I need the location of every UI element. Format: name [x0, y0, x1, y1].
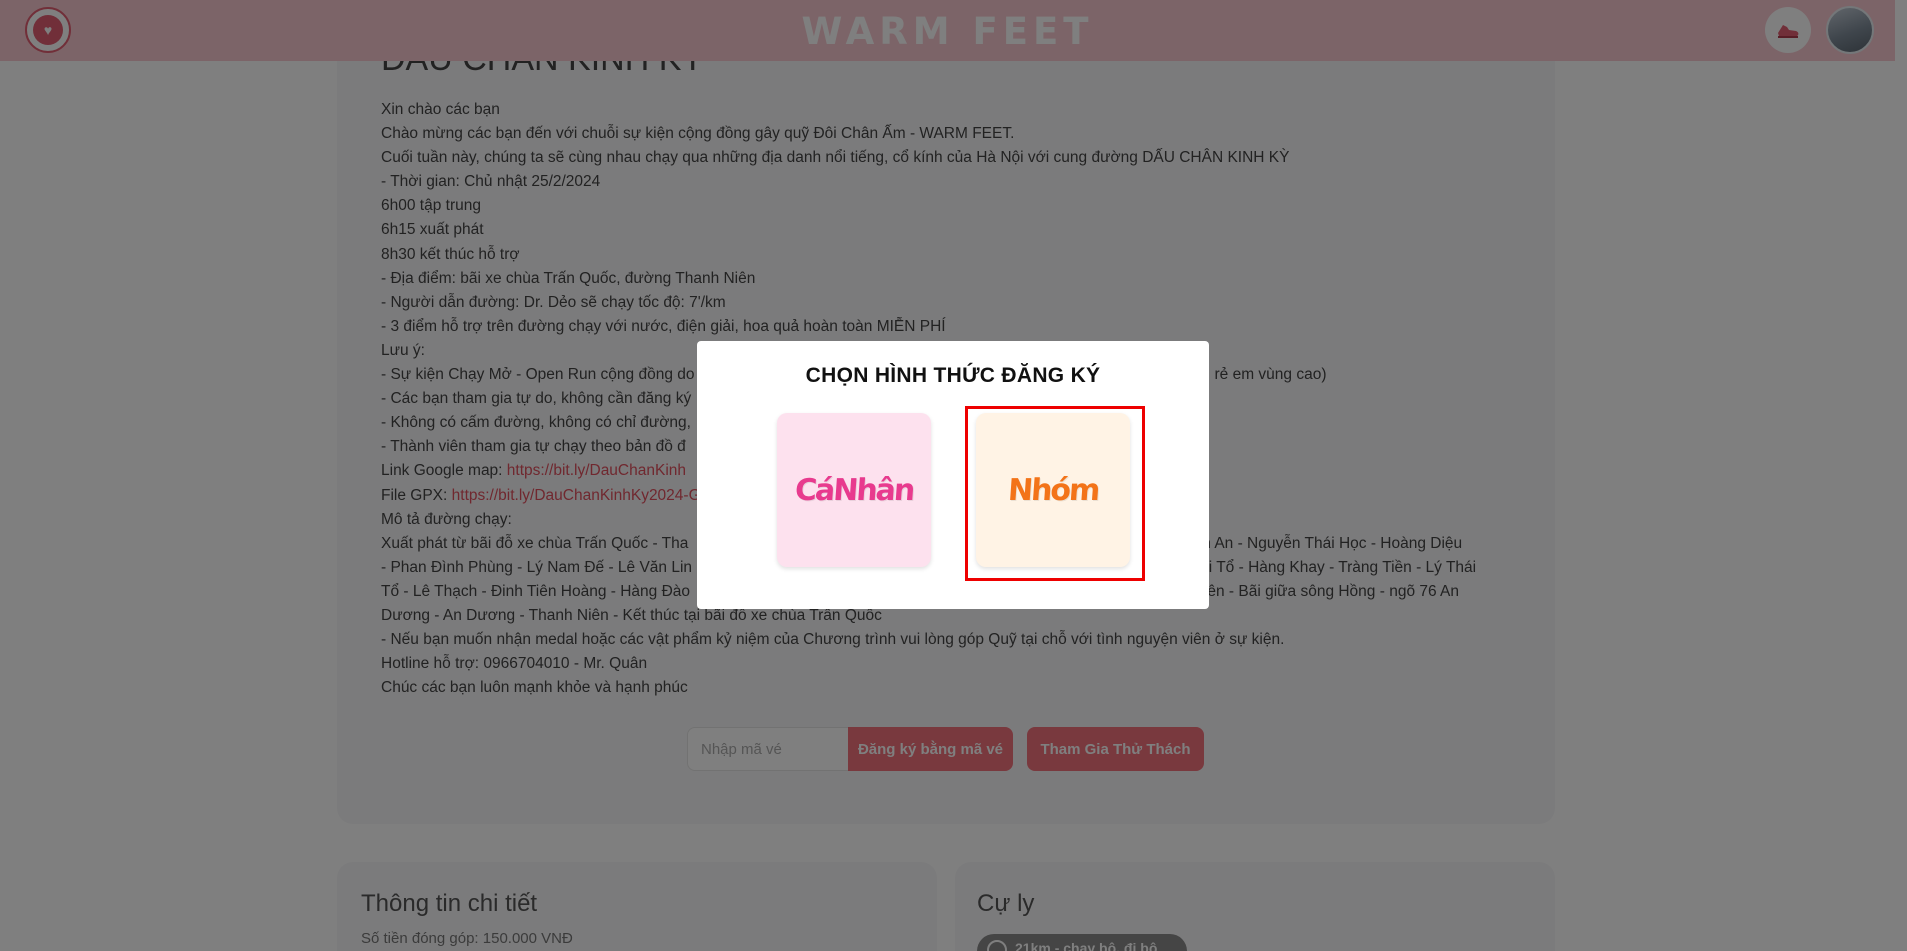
personal-option-card[interactable]: CáNhân — [777, 413, 931, 567]
personal-option-label: CáNhân — [793, 472, 915, 508]
registration-type-modal: CHỌN HÌNH THỨC ĐĂNG KÝ CáNhân Nhóm — [697, 341, 1209, 609]
selection-highlight — [965, 406, 1145, 581]
modal-title: CHỌN HÌNH THỨC ĐĂNG KÝ — [805, 364, 1101, 387]
